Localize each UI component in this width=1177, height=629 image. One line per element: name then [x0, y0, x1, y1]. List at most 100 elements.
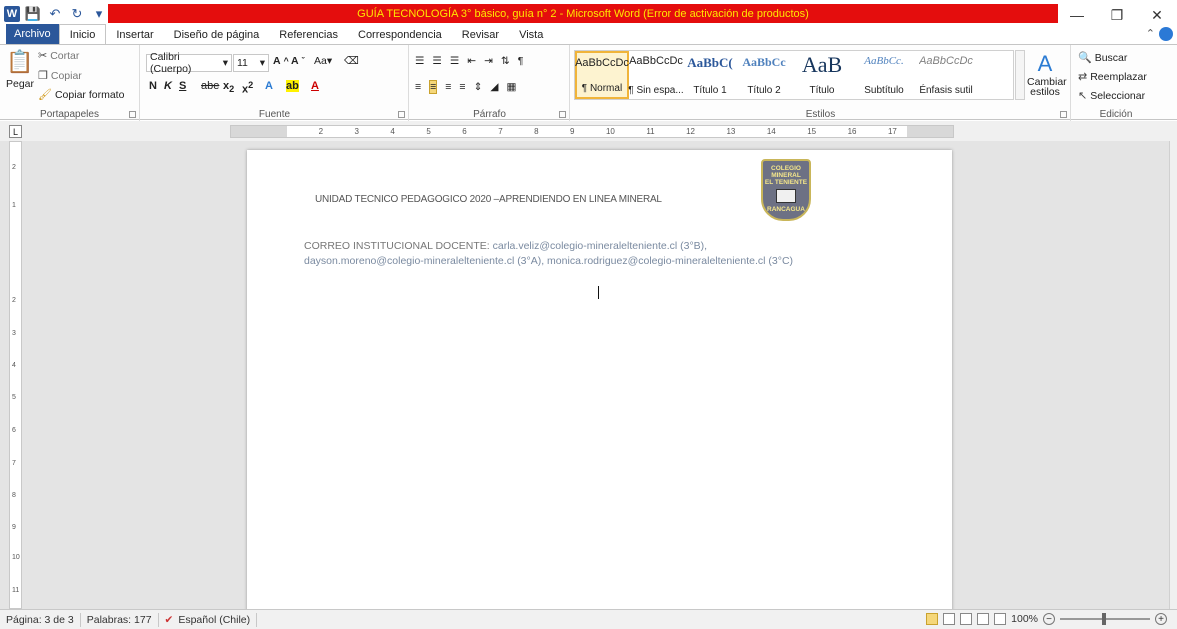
full-screen-reading-icon[interactable] — [943, 613, 956, 625]
print-layout-icon[interactable] — [926, 613, 939, 625]
vertical-scrollbar[interactable] — [1169, 141, 1177, 609]
zoom-in-icon[interactable]: + — [1155, 613, 1167, 625]
change-styles-button[interactable]: A Cambiar estilos — [1027, 51, 1067, 97]
subscript-button[interactable]: x2 — [223, 80, 234, 94]
tab-diseno-pagina[interactable]: Diseño de página — [164, 26, 270, 44]
justify-icon[interactable]: ≡ — [459, 81, 465, 93]
emails-line-2[interactable]: dayson.moreno@colegio-mineralelteniente.… — [304, 255, 793, 267]
tab-inicio[interactable]: Inicio — [58, 24, 107, 44]
paragraph-launcher-icon[interactable] — [559, 111, 566, 118]
bullets-icon[interactable]: ☰ — [415, 55, 424, 67]
numbering-icon[interactable]: ☰ — [432, 55, 441, 67]
language-indicator[interactable]: ✔ Español (Chile) — [159, 612, 258, 627]
style-subtitle[interactable]: AaBbCc. Subtítulo — [853, 51, 915, 99]
font-launcher-icon[interactable] — [398, 111, 405, 118]
tab-revisar[interactable]: Revisar — [452, 26, 509, 44]
text-effects-icon[interactable]: A — [265, 80, 273, 92]
styles-launcher-icon[interactable] — [1060, 111, 1067, 118]
zoom-slider-thumb[interactable] — [1102, 613, 1106, 625]
styles-gallery-scroll[interactable] — [1015, 50, 1025, 100]
outline-icon[interactable] — [977, 613, 990, 625]
font-family-select[interactable]: Calibri (Cuerpo) ▾ — [146, 51, 232, 75]
binoculars-icon: 🔍 — [1078, 52, 1092, 64]
zoom-slider[interactable] — [1060, 613, 1150, 625]
zoom-out-icon[interactable]: − — [1043, 613, 1055, 625]
font-size-select[interactable]: 11 ▾ — [233, 54, 269, 72]
style-no-spacing[interactable]: AaBbCcDc ¶ Sin espa... — [628, 51, 683, 99]
copy-button[interactable]: ❐ Copiar — [38, 69, 82, 83]
word-app-icon[interactable]: W — [4, 6, 20, 22]
tab-insertar[interactable]: Insertar — [106, 26, 163, 44]
style-heading-2[interactable]: AaBbCc Título 2 — [737, 51, 791, 99]
document-page[interactable]: UNIDAD TECNICO PEDAGOGICO 2020 –APRENDIE… — [247, 150, 952, 620]
help-icon[interactable] — [1159, 27, 1173, 41]
style-name: Título — [809, 85, 835, 96]
align-center-icon[interactable]: ≡ — [429, 80, 438, 94]
show-marks-icon[interactable]: ¶ — [518, 55, 524, 67]
style-sample: AaBbCc. — [864, 55, 904, 67]
style-title[interactable]: AaB Título — [791, 51, 853, 99]
status-bar: Página: 3 de 3 Palabras: 177 ✔ Español (… — [0, 609, 1177, 629]
change-case-button[interactable]: Aa▾ — [314, 55, 332, 67]
find-label: Buscar — [1094, 51, 1128, 64]
customize-qat-icon[interactable]: ▾ — [90, 5, 108, 23]
redo-icon[interactable]: ↻ — [68, 5, 86, 23]
tab-selector-icon[interactable]: L — [9, 125, 22, 138]
tab-referencias[interactable]: Referencias — [269, 26, 348, 44]
web-layout-icon[interactable] — [960, 613, 973, 625]
style-name: Título 2 — [747, 85, 781, 96]
clipboard-launcher-icon[interactable] — [129, 111, 136, 118]
select-button[interactable]: ↖ Seleccionar — [1078, 89, 1145, 103]
strikethrough-button[interactable]: abe — [201, 80, 219, 92]
bold-button[interactable]: N — [149, 80, 157, 92]
style-heading-1[interactable]: AaBbC( Título 1 — [683, 51, 737, 99]
draft-icon[interactable] — [994, 613, 1007, 625]
style-sample: AaBbCc — [742, 55, 786, 69]
ruler-mark: 15 — [807, 127, 817, 136]
word-count[interactable]: Palabras: 177 — [81, 612, 159, 627]
vruler-mark: 1 — [12, 202, 16, 209]
increase-indent-icon[interactable]: ⇥ — [484, 55, 493, 67]
font-color-icon[interactable]: A — [311, 80, 319, 92]
align-right-icon[interactable]: ≡ — [445, 81, 451, 93]
style-name: Subtítulo — [864, 85, 904, 96]
format-painter-button[interactable]: 🖌 Copiar formato — [38, 88, 124, 102]
superscript-button[interactable]: x2 — [242, 80, 253, 96]
italic-button[interactable]: K — [164, 80, 172, 92]
book-icon — [776, 189, 796, 203]
sort-icon[interactable]: ⇅ — [501, 55, 510, 67]
line-spacing-icon[interactable]: ⇕ — [474, 81, 483, 93]
undo-icon[interactable]: ↶ — [46, 5, 64, 23]
grow-font-button[interactable]: A ^ — [273, 55, 289, 67]
cut-button[interactable]: ✂ Cortar — [38, 49, 79, 63]
ruler-mark: 3 — [354, 127, 359, 136]
shrink-font-button[interactable]: Aˇ — [291, 55, 305, 67]
save-icon[interactable]: 💾 — [24, 5, 42, 23]
tab-file[interactable]: Archivo — [6, 24, 59, 44]
paste-button[interactable]: 📋 Pegar — [6, 49, 34, 90]
borders-icon[interactable]: ▦ — [506, 81, 516, 93]
vertical-ruler[interactable]: 2 1 2 3 4 5 6 7 8 9 10 11 — [9, 141, 22, 609]
tab-correspondencia[interactable]: Correspondencia — [348, 26, 452, 44]
minimize-ribbon-icon[interactable]: ⌃ — [1146, 27, 1155, 41]
find-button[interactable]: 🔍 Buscar — [1078, 51, 1128, 65]
shading-icon[interactable]: ◢ — [490, 81, 498, 93]
tab-vista[interactable]: Vista — [509, 26, 553, 44]
clear-format-icon[interactable]: ⌫ — [344, 55, 359, 67]
style-normal[interactable]: AaBbCcDc ¶ Normal — [575, 51, 629, 99]
highlight-icon[interactable]: ab — [286, 80, 299, 92]
replace-button[interactable]: ⇄ Reemplazar — [1078, 70, 1147, 84]
zoom-level[interactable]: 100% — [1011, 613, 1038, 625]
page-count[interactable]: Página: 3 de 3 — [0, 612, 81, 627]
underline-button[interactable]: S — [179, 80, 186, 92]
horizontal-ruler[interactable]: 1 1 2 3 4 5 6 7 8 9 10 11 12 13 14 15 16… — [230, 125, 954, 138]
multilevel-list-icon[interactable]: ☰ — [450, 55, 459, 67]
logo-line: MINERAL — [771, 172, 801, 179]
replace-label: Reemplazar — [1090, 70, 1147, 83]
vruler-mark: 2 — [12, 164, 16, 171]
align-left-icon[interactable]: ≡ — [415, 81, 421, 93]
language-label: Español (Chile) — [178, 613, 251, 626]
style-subtle-emphasis[interactable]: AaBbCcDc Énfasis sutil — [915, 51, 977, 99]
decrease-indent-icon[interactable]: ⇤ — [467, 55, 476, 67]
email-link[interactable]: carla.veliz@colegio-mineralelteniente.cl… — [493, 240, 707, 252]
